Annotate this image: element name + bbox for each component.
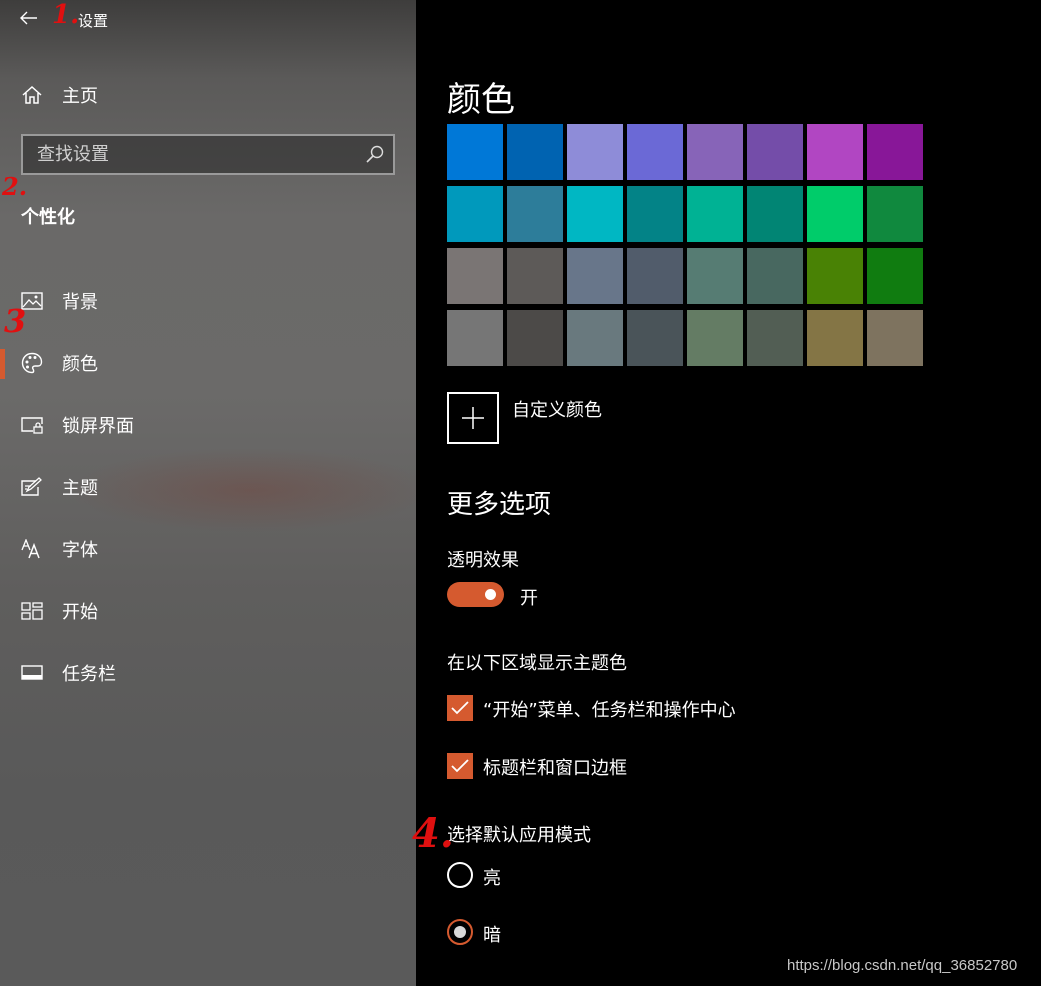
color-swatch[interactable] <box>447 186 503 242</box>
main-panel: 颜色 自定义颜色 更多选项 透明效果 开 在以下区域显示主题色 “开始”菜单、任… <box>416 0 1041 986</box>
checkbox-label[interactable]: 标题栏和窗口边框 <box>483 754 627 780</box>
sidebar-item-label: 颜色 <box>62 354 98 375</box>
nav-list: 背景 颜色 锁屏界面 主题 字体 开始 任务栏 <box>0 270 416 704</box>
radio-label[interactable]: 暗 <box>483 921 501 947</box>
toggle-knob <box>485 589 496 600</box>
color-swatch[interactable] <box>687 310 743 366</box>
search-input[interactable] <box>23 136 363 173</box>
custom-color-label[interactable]: 自定义颜色 <box>512 396 602 422</box>
color-swatch[interactable] <box>447 310 503 366</box>
annotation-4: 4. <box>412 810 454 857</box>
transparency-label: 透明效果 <box>447 550 519 571</box>
custom-color-button[interactable] <box>447 392 499 444</box>
palette-icon <box>20 351 44 375</box>
color-swatch[interactable] <box>687 124 743 180</box>
transparency-state: 开 <box>520 588 538 609</box>
color-swatch[interactable] <box>807 248 863 304</box>
color-swatch[interactable] <box>867 186 923 242</box>
color-swatch-grid <box>447 124 925 366</box>
color-swatch[interactable] <box>447 124 503 180</box>
accent-surfaces-label: 在以下区域显示主题色 <box>447 653 627 674</box>
sidebar-item-themes[interactable]: 主题 <box>0 456 416 518</box>
sidebar-item-label: 任务栏 <box>62 664 116 685</box>
taskbar-icon <box>20 661 44 685</box>
checkbox-title-bars[interactable] <box>447 753 473 779</box>
color-swatch[interactable] <box>747 186 803 242</box>
color-swatch[interactable] <box>867 124 923 180</box>
color-swatch[interactable] <box>807 124 863 180</box>
color-swatch[interactable] <box>507 124 563 180</box>
checkbox-start-taskbar[interactable] <box>447 695 473 721</box>
color-swatch[interactable] <box>627 248 683 304</box>
radio-label[interactable]: 亮 <box>483 864 501 890</box>
sidebar: 设置 主页 个性化 背景 颜色 <box>0 0 416 986</box>
sidebar-item-label: 锁屏界面 <box>62 416 134 437</box>
search-box <box>21 134 395 175</box>
search-icon[interactable] <box>365 144 385 164</box>
color-swatch[interactable] <box>567 310 623 366</box>
sidebar-item-start[interactable]: 开始 <box>0 580 416 642</box>
annotation-3: 3 <box>4 302 27 340</box>
home-icon <box>20 83 44 107</box>
font-icon <box>20 537 44 561</box>
annotation-2: 2. <box>2 172 28 201</box>
more-options-title: 更多选项 <box>447 490 552 520</box>
color-swatch[interactable] <box>627 186 683 242</box>
color-swatch[interactable] <box>747 124 803 180</box>
start-icon <box>20 599 44 623</box>
window-title: 设置 <box>78 12 109 30</box>
color-swatch[interactable] <box>747 248 803 304</box>
annotation-1: 1. <box>52 0 80 30</box>
theme-icon <box>20 475 44 499</box>
transparency-toggle[interactable] <box>447 582 504 607</box>
radio-light[interactable] <box>447 862 473 888</box>
sidebar-item-colors[interactable]: 颜色 <box>0 332 416 394</box>
back-button[interactable] <box>14 4 44 32</box>
sidebar-item-label: 主题 <box>62 478 98 499</box>
color-swatch[interactable] <box>567 248 623 304</box>
color-swatch[interactable] <box>687 186 743 242</box>
color-swatch[interactable] <box>807 186 863 242</box>
app-mode-label: 选择默认应用模式 <box>447 825 591 846</box>
page-title: 颜色 <box>447 80 515 120</box>
sidebar-item-fonts[interactable]: 字体 <box>0 518 416 580</box>
sidebar-item-taskbar[interactable]: 任务栏 <box>0 642 416 704</box>
color-swatch[interactable] <box>507 310 563 366</box>
sidebar-item-label: 字体 <box>62 540 98 561</box>
back-arrow-icon <box>20 11 37 25</box>
radio-dark[interactable] <box>447 919 473 945</box>
section-heading: 个性化 <box>21 207 75 228</box>
color-swatch[interactable] <box>627 310 683 366</box>
color-swatch[interactable] <box>507 186 563 242</box>
color-swatch[interactable] <box>447 248 503 304</box>
checkmark-icon <box>451 759 469 773</box>
color-swatch[interactable] <box>867 248 923 304</box>
sidebar-item-background[interactable]: 背景 <box>0 270 416 332</box>
color-swatch[interactable] <box>747 310 803 366</box>
sidebar-item-lock-screen[interactable]: 锁屏界面 <box>0 394 416 456</box>
color-swatch[interactable] <box>867 310 923 366</box>
sidebar-item-label: 背景 <box>62 292 98 313</box>
sidebar-item-label: 开始 <box>62 602 98 623</box>
checkmark-icon <box>451 701 469 715</box>
color-swatch[interactable] <box>567 186 623 242</box>
color-swatch[interactable] <box>807 310 863 366</box>
color-swatch[interactable] <box>687 248 743 304</box>
color-swatch[interactable] <box>627 124 683 180</box>
checkbox-label[interactable]: “开始”菜单、任务栏和操作中心 <box>483 696 736 722</box>
sidebar-item-home[interactable]: 主页 <box>0 76 416 114</box>
sidebar-item-label: 主页 <box>62 86 98 107</box>
watermark: https://blog.csdn.net/qq_36852780 <box>787 957 1018 974</box>
color-swatch[interactable] <box>507 248 563 304</box>
lock-screen-icon <box>20 413 44 437</box>
plus-icon <box>462 407 484 429</box>
color-swatch[interactable] <box>567 124 623 180</box>
